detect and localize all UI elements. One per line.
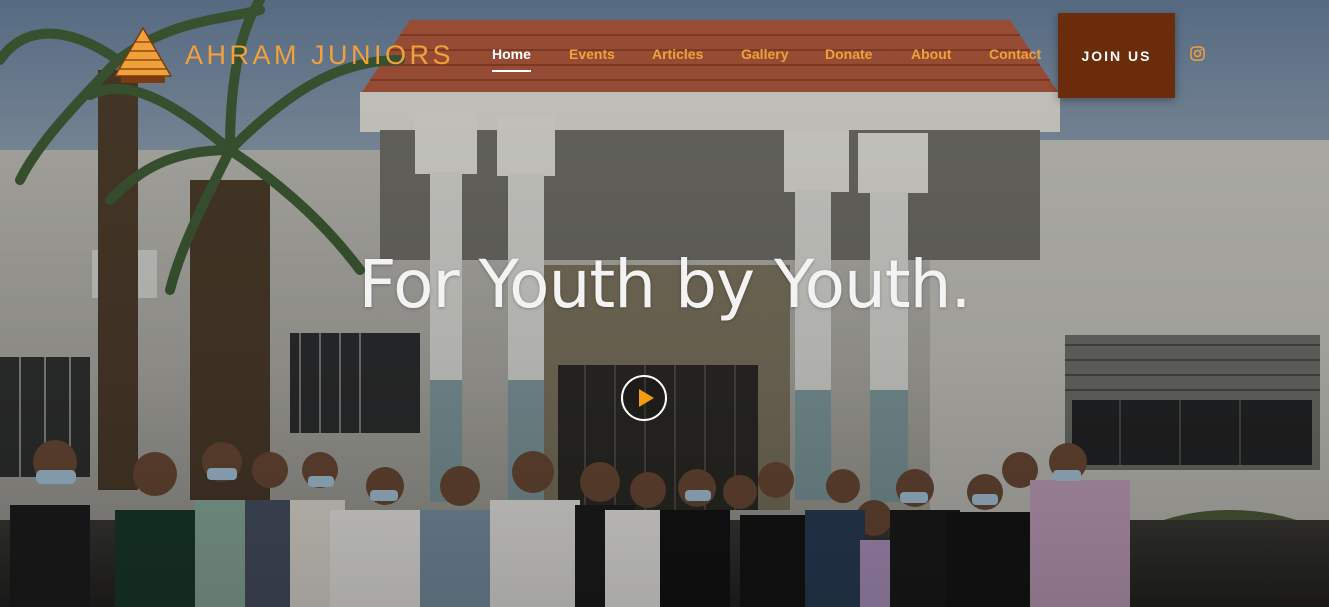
instagram-icon[interactable] — [1190, 46, 1205, 61]
join-us-button[interactable]: JOIN US — [1058, 13, 1175, 98]
nav-contact-label: Contact — [989, 46, 1042, 62]
brand-name: AHRAM JUNIORS — [185, 39, 455, 70]
nav-articles[interactable]: Articles — [652, 46, 703, 62]
nav-home-label: Home — [492, 46, 531, 62]
nav-about[interactable]: About — [911, 46, 951, 62]
nav-about-label: About — [911, 46, 952, 62]
nav-donate-label: Donate — [825, 46, 873, 62]
pyramid-logo-icon — [113, 26, 173, 83]
play-video-button[interactable] — [621, 375, 667, 421]
nav-articles-label: Articles — [652, 46, 704, 62]
nav-contact[interactable]: Contact — [989, 46, 1041, 62]
brand[interactable]: AHRAM JUNIORS — [113, 26, 454, 84]
nav-gallery-label: Gallery — [741, 46, 789, 62]
play-icon — [639, 389, 654, 407]
nav-home[interactable]: Home — [492, 46, 531, 72]
nav-active-underline — [492, 70, 531, 72]
nav-events-label: Events — [569, 46, 615, 62]
nav-donate[interactable]: Donate — [825, 46, 872, 62]
nav-events[interactable]: Events — [569, 46, 615, 62]
hero-headline: For Youth by Youth. — [358, 246, 972, 323]
nav-gallery[interactable]: Gallery — [741, 46, 788, 62]
